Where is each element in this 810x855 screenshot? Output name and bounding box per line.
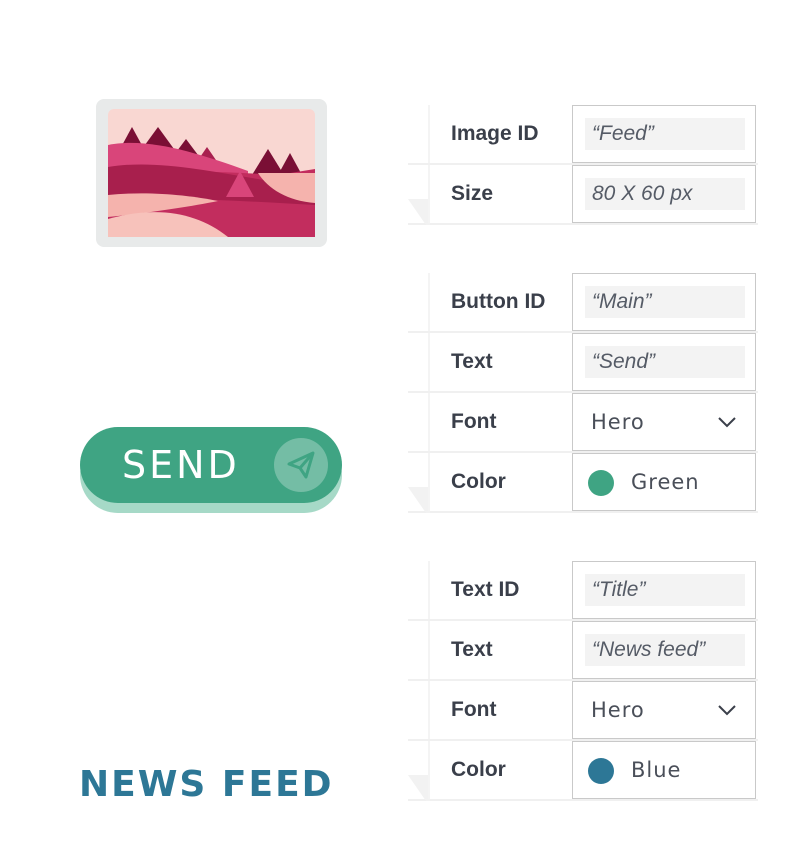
button-color-row: Color Green [408,453,758,513]
button-text-row: Text “Send” [408,333,758,393]
image-properties-panel: Image ID “Feed” Size 80 X 60 px [408,105,758,225]
button-text-field[interactable]: “Send” [572,333,756,391]
button-font-label: Font [451,410,497,433]
landscape-image [108,109,315,237]
paper-plane-icon [274,438,328,492]
button-properties-panel: Button ID “Main” Text “Send” Font Hero C… [408,273,758,513]
button-font-value: Hero [591,410,645,434]
button-text-label: Text [451,350,493,373]
text-font-select[interactable]: Hero [572,681,756,739]
size-row: Size 80 X 60 px [408,165,758,225]
button-color-label: Color [451,470,506,493]
image-id-label: Image ID [451,122,539,145]
text-properties-panel: Text ID “Title” Text “News feed” Font He… [408,561,758,801]
send-button-label: SEND [122,443,240,487]
image-id-value: “Feed” [592,122,654,145]
text-color-value: Blue [631,758,682,782]
text-content-value: “News feed” [592,638,706,661]
text-color-label: Color [451,758,506,781]
text-content-field[interactable]: “News feed” [572,621,756,679]
text-font-row: Font Hero [408,681,758,741]
button-font-row: Font Hero [408,393,758,453]
green-color-swatch [588,470,614,496]
text-id-label: Text ID [451,578,520,601]
button-id-label: Button ID [451,290,546,313]
button-id-field[interactable]: “Main” [572,273,756,331]
text-content-label: Text [451,638,493,661]
text-font-label: Font [451,698,497,721]
text-content-row: Text “News feed” [408,621,758,681]
blue-color-swatch [588,758,614,784]
text-color-field[interactable]: Blue [572,741,756,799]
text-id-row: Text ID “Title” [408,561,758,621]
size-label: Size [451,182,494,205]
text-id-field[interactable]: “Title” [572,561,756,619]
text-color-row: Color Blue [408,741,758,801]
button-font-select[interactable]: Hero [572,393,756,451]
button-id-value: “Main” [592,290,652,313]
chevron-down-icon[interactable] [717,415,737,429]
image-id-row: Image ID “Feed” [408,105,758,165]
send-button[interactable]: SEND [80,427,342,513]
size-value: 80 X 60 px [592,182,693,205]
image-preview[interactable] [96,99,327,247]
button-id-row: Button ID “Main” [408,273,758,333]
button-text-value: “Send” [592,350,656,373]
news-feed-title: NEWS FEED [79,764,334,805]
button-color-field[interactable]: Green [572,453,756,511]
button-color-value: Green [631,470,700,494]
text-id-value: “Title” [592,578,646,601]
chevron-down-icon[interactable] [717,703,737,717]
text-font-value: Hero [591,698,645,722]
size-field[interactable]: 80 X 60 px [572,165,756,223]
image-id-field[interactable]: “Feed” [572,105,756,163]
